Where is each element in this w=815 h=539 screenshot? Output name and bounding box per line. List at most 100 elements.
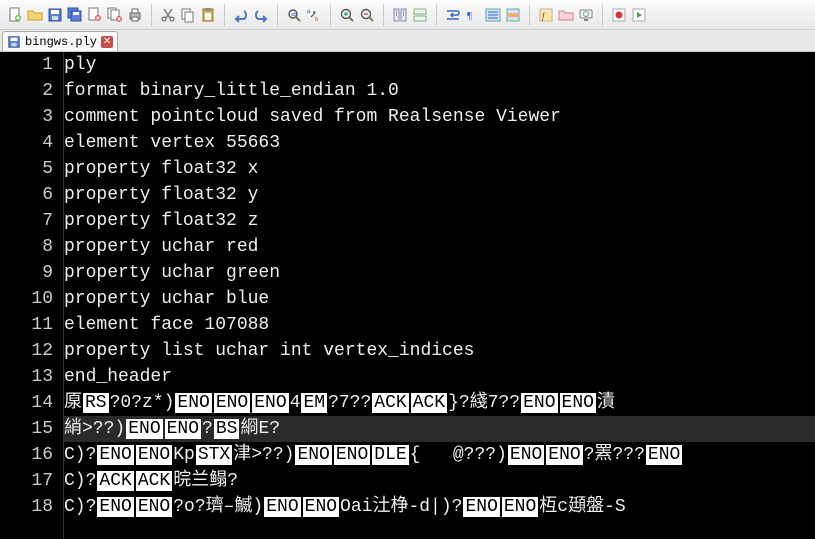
line-number: 12 [0,338,53,364]
control-char: STX [196,445,232,465]
close-all-icon[interactable] [105,5,125,25]
control-char: ENO [295,445,331,465]
zoom-out-icon[interactable] [357,5,377,25]
control-char: RS [83,393,109,413]
line-number: 16 [0,442,53,468]
control-char: ENO [502,497,538,517]
svg-text:¶: ¶ [467,10,472,22]
line-number: 15 [0,416,53,442]
line-number: 4 [0,130,53,156]
toolbar-group-sync [388,5,432,25]
code-line[interactable]: C)?ENOENO?o?璾–鰄)ENOENOOai汢棦-d|)?ENOENO枑c… [64,494,815,520]
control-char: ENO [303,497,339,517]
control-char: ACK [411,393,447,413]
copy-icon[interactable] [178,5,198,25]
code-line[interactable]: format binary_little_endian 1.0 [64,78,815,104]
svg-text:a: a [307,9,311,15]
line-number: 14 [0,390,53,416]
code-line[interactable]: C)?ACKACK晥兰鳎? [64,468,815,494]
code-area[interactable]: plyformat binary_little_endian 1.0commen… [64,52,815,539]
open-file-icon[interactable] [25,5,45,25]
func-list-icon[interactable]: f [536,5,556,25]
line-number: 1 [0,52,53,78]
line-number: 6 [0,182,53,208]
toolbar-separator [383,4,384,26]
replace-icon[interactable]: ab [304,5,324,25]
toolbar-separator [436,4,437,26]
file-tab-label: bingws.ply [25,35,97,49]
code-line[interactable]: end_header [64,364,815,390]
svg-text:ab: ab [291,12,297,18]
new-file-icon[interactable] [5,5,25,25]
code-line[interactable]: property float32 x [64,156,815,182]
code-line[interactable]: 厡RS?0?z*)ENOENOENO4EM?7??ACKACK}?綫7??ENO… [64,390,815,416]
save-all-icon[interactable] [65,5,85,25]
toolbar-group-view: ¶ [441,5,525,25]
line-number: 11 [0,312,53,338]
find-icon[interactable]: ab [284,5,304,25]
monitor-icon[interactable] [576,5,596,25]
control-char: ENO [214,393,250,413]
code-line[interactable]: 綃>??)ENOENO?BS綗E? [64,416,815,442]
toolbar: ab ab ¶ f [0,0,815,30]
indent-guide-icon[interactable] [483,5,503,25]
toolbar-separator [151,4,152,26]
save-icon[interactable] [45,5,65,25]
toolbar-group-find: ab ab [282,5,326,25]
toolbar-group-file [3,5,147,25]
toolbar-group-undo [229,5,273,25]
control-char: ENO [463,497,499,517]
code-line[interactable]: comment pointcloud saved from Realsense … [64,104,815,130]
toolbar-group-macro [607,5,651,25]
editor[interactable]: 123456789101112131415161718 plyformat bi… [0,52,815,539]
show-all-icon[interactable]: ¶ [463,5,483,25]
code-line[interactable]: property float32 z [64,208,815,234]
record-icon[interactable] [609,5,629,25]
code-line[interactable]: property uchar red [64,234,815,260]
code-line[interactable]: property float32 y [64,182,815,208]
toolbar-separator [529,4,530,26]
code-line[interactable]: property uchar blue [64,286,815,312]
control-char: ENO [97,445,133,465]
control-char: ENO [165,419,201,439]
sync-v-icon[interactable] [390,5,410,25]
code-line[interactable]: element face 107088 [64,312,815,338]
print-icon[interactable] [125,5,145,25]
tab-close-icon[interactable]: ✕ [101,36,113,48]
code-line[interactable]: element vertex 55663 [64,130,815,156]
highlight-icon[interactable] [503,5,523,25]
zoom-in-icon[interactable] [337,5,357,25]
code-line[interactable]: ply [64,52,815,78]
code-line[interactable]: property uchar green [64,260,815,286]
control-char: BS [214,419,240,439]
cut-icon[interactable] [158,5,178,25]
code-line[interactable]: C)?ENOENOKpSTX津>??)ENOENODLE{ @???)ENOEN… [64,442,815,468]
sync-h-icon[interactable] [410,5,430,25]
control-char: ACK [136,471,172,491]
control-char: ENO [521,393,557,413]
tab-bar: bingws.ply ✕ [0,30,815,52]
control-char: ENO [136,445,172,465]
control-char: ENO [334,445,370,465]
control-char: ENO [560,393,596,413]
control-char: DLE [372,445,408,465]
svg-text:b: b [315,17,319,23]
paste-icon[interactable] [198,5,218,25]
file-tab[interactable]: bingws.ply ✕ [2,31,118,51]
redo-icon[interactable] [251,5,271,25]
control-char: ENO [646,445,682,465]
toolbar-separator [330,4,331,26]
folder-icon[interactable] [556,5,576,25]
undo-icon[interactable] [231,5,251,25]
close-icon[interactable] [85,5,105,25]
toolbar-separator [277,4,278,26]
play-icon[interactable] [629,5,649,25]
wrap-icon[interactable] [443,5,463,25]
line-number: 13 [0,364,53,390]
save-small-icon [7,35,21,49]
control-char: ENO [252,393,288,413]
control-char: ENO [508,445,544,465]
line-number: 8 [0,234,53,260]
code-line[interactable]: property list uchar int vertex_indices [64,338,815,364]
control-char: ENO [97,497,133,517]
